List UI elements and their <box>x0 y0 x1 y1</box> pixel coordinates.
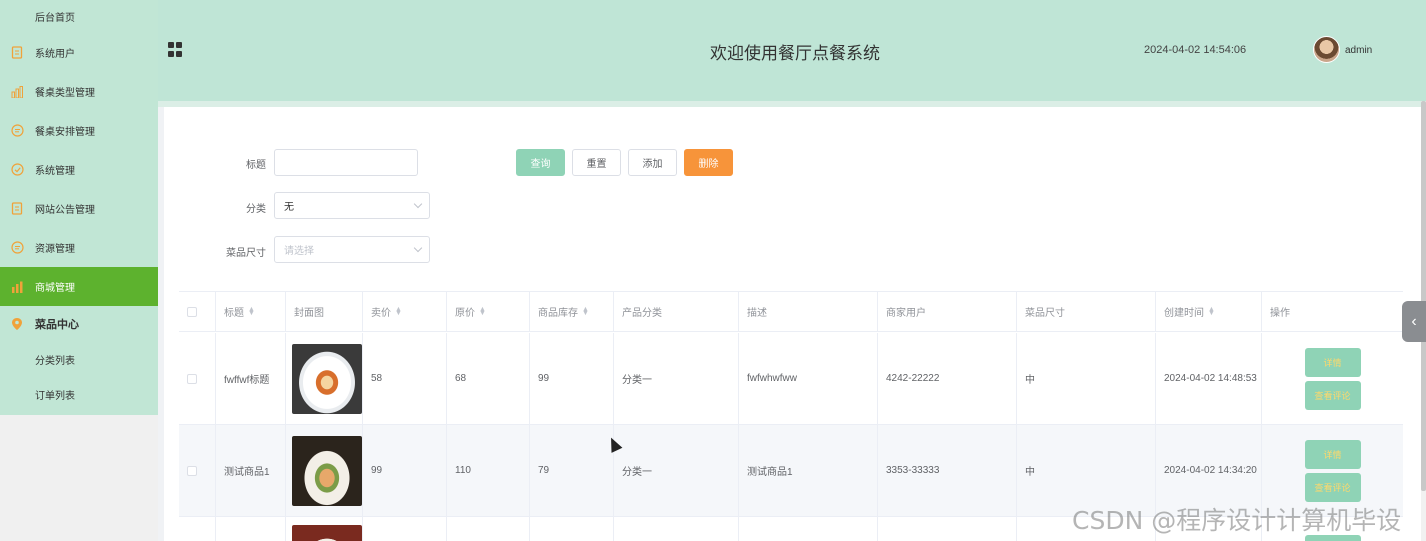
sidebar-item-home[interactable]: 后台首页 <box>0 0 158 33</box>
size-select[interactable]: 请选择 <box>274 236 430 263</box>
view-reviews-button[interactable]: 查看评论 <box>1304 380 1361 410</box>
chat-icon <box>10 124 24 138</box>
top-header: 欢迎使用餐厅点餐系统 2024-04-02 14:54:06 admin <box>158 0 1426 101</box>
cell-original-price: 68 <box>447 333 530 424</box>
header-datetime: 2024-04-02 14:54:06 <box>1144 44 1247 56</box>
sort-icon[interactable]: ▲ ▼ <box>248 306 255 317</box>
avatar[interactable] <box>1313 36 1340 63</box>
doc-icon <box>10 202 24 216</box>
query-button[interactable]: 查询 <box>516 149 565 176</box>
sidebar-item-table-types[interactable]: 餐桌类型管理 <box>0 72 158 111</box>
col-category: 产品分类 <box>622 308 662 319</box>
col-original-price[interactable]: 原价 <box>455 304 475 319</box>
check-circle-icon <box>10 163 24 177</box>
sidebar-item-mall[interactable]: 商城管理 <box>0 267 158 306</box>
cell-description: fwfwhwfww <box>739 333 878 424</box>
watermark: CSDN @程序设计计算机毕设 <box>1072 506 1402 535</box>
cell-stock: 79 <box>530 425 614 516</box>
col-merchant: 商家用户 <box>886 308 926 319</box>
view-reviews-button[interactable]: 查看评论 <box>1304 472 1361 502</box>
doc-icon <box>10 46 24 60</box>
cell-category: 分类一 <box>614 333 739 424</box>
location-icon <box>10 317 24 331</box>
scrollbar-thumb[interactable] <box>1421 101 1426 491</box>
col-title[interactable]: 标题 <box>224 304 244 319</box>
username[interactable]: admin <box>1345 45 1372 56</box>
sidebar-subitem-orders[interactable]: 订单列表 <box>0 377 158 412</box>
cover-image <box>292 435 362 506</box>
col-stock[interactable]: 商品库存 <box>538 304 578 319</box>
sidebar-item-system-management[interactable]: 系统管理 <box>0 150 158 189</box>
page-title: 欢迎使用餐厅点餐系统 <box>710 44 880 63</box>
table-header-row: 标题 ▲ ▼ 封面图 卖价 ▲ ▼ 原价 ▲ ▼ 商品库存 ▲ ▼ 产品分类 描述 商家用户 菜… <box>179 292 1403 332</box>
col-price[interactable]: 卖价 <box>371 304 391 319</box>
sidebar-group-dishes[interactable]: 菜品中心 <box>0 306 158 342</box>
chevron-down-icon <box>413 199 423 209</box>
cell-category: 分类一 <box>614 425 739 516</box>
bar-chart-icon <box>10 85 24 99</box>
cell-price: 58 <box>363 333 447 424</box>
sidebar-item-table-arrangement[interactable]: 餐桌安排管理 <box>0 111 158 150</box>
sort-icon[interactable]: ▲ ▼ <box>479 306 486 317</box>
cover-image <box>292 343 362 414</box>
sidebar-empty-area <box>0 415 158 541</box>
detail-button[interactable]: 详情 <box>1304 439 1361 469</box>
cell-stock: 99 <box>530 333 614 424</box>
sidebar-item-announcements[interactable]: 网站公告管理 <box>0 189 158 228</box>
sort-icon[interactable]: ▲ ▼ <box>395 306 402 317</box>
sidebar: 后台首页 系统用户 餐桌类型管理 餐桌安排管理 系统管理 网站公告管理 资源管理… <box>0 0 158 415</box>
title-input[interactable] <box>274 149 418 176</box>
detail-button[interactable]: 详情 <box>1304 347 1361 377</box>
title-label: 标题 <box>246 160 266 171</box>
chevron-down-icon <box>413 243 423 253</box>
sort-icon[interactable]: ▲ ▼ <box>1208 306 1215 317</box>
products-table: 标题 ▲ ▼ 封面图 卖价 ▲ ▼ 原价 ▲ ▼ 商品库存 ▲ ▼ 产品分类 描述 商家用户 菜… <box>179 291 1403 541</box>
reset-button[interactable]: 重置 <box>572 149 621 176</box>
delete-button[interactable]: 删除 <box>684 149 733 176</box>
cell-created: 2024-04-02 14:48:53 <box>1156 333 1262 424</box>
col-cover: 封面图 <box>294 308 324 319</box>
category-select-value: 无 <box>284 202 294 213</box>
cell-size: 中 <box>1017 333 1156 424</box>
menu-grid-icon[interactable] <box>168 42 183 57</box>
col-description: 描述 <box>747 308 767 319</box>
cell-merchant: 3353-33333 <box>878 425 1017 516</box>
sidebar-item-resources[interactable]: 资源管理 <box>0 228 158 267</box>
bar-chart-icon <box>10 280 24 294</box>
select-all-checkbox[interactable] <box>187 306 197 317</box>
sidebar-subitem-categories[interactable]: 分类列表 <box>0 342 158 377</box>
add-button[interactable]: 添加 <box>628 149 677 176</box>
cover-image <box>292 525 362 541</box>
col-size: 菜品尺寸 <box>1025 308 1065 319</box>
col-actions: 操作 <box>1270 308 1290 319</box>
chat-icon <box>10 241 24 255</box>
category-select[interactable]: 无 <box>274 192 430 219</box>
table-row: fwffwf标题 58 68 99 分类一 fwfwhwfww 4242-222… <box>179 333 1403 425</box>
size-select-placeholder: 请选择 <box>284 246 314 257</box>
col-created[interactable]: 创建时间 <box>1164 304 1204 319</box>
row-checkbox[interactable] <box>187 465 197 476</box>
category-label: 分类 <box>246 204 266 215</box>
chevron-left-icon[interactable]: ‹ <box>1402 301 1426 342</box>
row-checkbox[interactable] <box>187 373 197 384</box>
cell-title: 测试商品1 <box>216 425 286 516</box>
cell-title: fwffwf标题 <box>216 333 286 424</box>
cell-original-price: 110 <box>447 425 530 516</box>
sidebar-item-system-users[interactable]: 系统用户 <box>0 33 158 72</box>
cell-price: 99 <box>363 425 447 516</box>
cell-description: 测试商品1 <box>739 425 878 516</box>
main-content: 标题 分类 无 菜品尺寸 请选择 查询 重置 添加 删除 标题 ▲ ▼ 封面图 卖价… <box>164 107 1426 541</box>
cell-merchant: 4242-22222 <box>878 333 1017 424</box>
sort-icon[interactable]: ▲ ▼ <box>582 306 589 317</box>
size-label: 菜品尺寸 <box>226 248 266 259</box>
